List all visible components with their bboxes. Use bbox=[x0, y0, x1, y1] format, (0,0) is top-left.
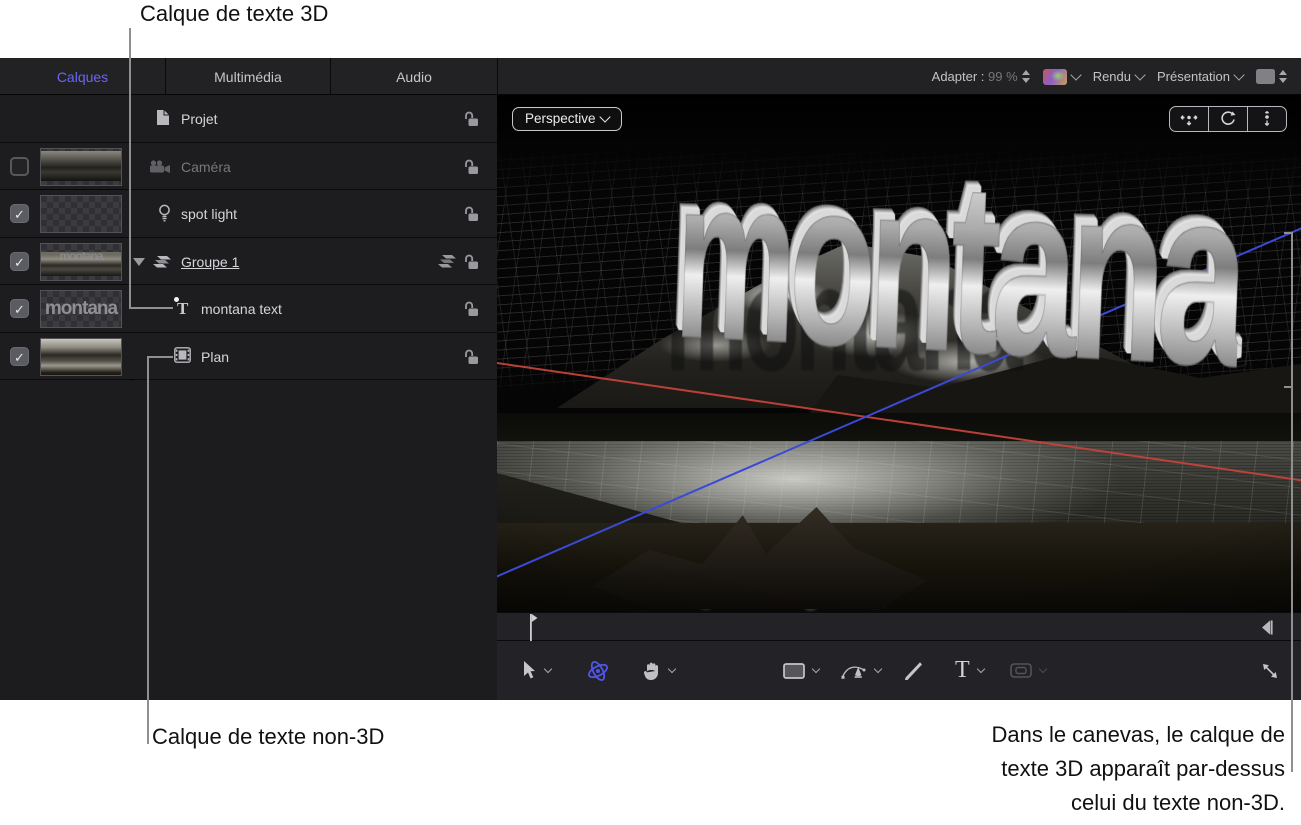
gray-swatch-icon bbox=[1256, 69, 1275, 84]
color-channels-icon bbox=[1042, 68, 1067, 85]
annotation-non-3d-text-layer: Calque de texte non-3D bbox=[152, 724, 385, 749]
mask-tool-disabled bbox=[1009, 663, 1032, 678]
layer-row-camera[interactable]: Caméra bbox=[0, 142, 497, 190]
lock-open-icon[interactable] bbox=[463, 159, 480, 175]
paint-brush-tool[interactable] bbox=[903, 660, 925, 682]
pan-hand-tool[interactable] bbox=[643, 661, 661, 681]
presentation-menu[interactable]: Présentation bbox=[1157, 69, 1245, 84]
chevron-down-icon bbox=[1134, 69, 1146, 81]
layer-name: montana text bbox=[201, 301, 282, 317]
panel-canvas-separator bbox=[497, 58, 498, 95]
zoom-control[interactable]: Adapter : 99 % bbox=[932, 69, 1030, 84]
montana-text-thumbnail[interactable]: montana bbox=[40, 290, 122, 328]
plan-thumbnail[interactable] bbox=[40, 337, 122, 376]
layer-name: Groupe 1 bbox=[181, 253, 240, 270]
pen-tool-chevron-icon[interactable] bbox=[873, 664, 883, 674]
layer-checkbox-checked[interactable] bbox=[10, 204, 29, 223]
layer-name: Projet bbox=[181, 111, 218, 127]
lock-open-icon[interactable] bbox=[463, 349, 480, 365]
select-tool-chevron-icon[interactable] bbox=[543, 664, 553, 674]
spot-light-thumbnail[interactable] bbox=[40, 195, 122, 233]
light-icon bbox=[159, 204, 170, 222]
motion-app-window: Calques Multimédia Audio Adapter : 99 % … bbox=[0, 58, 1301, 700]
dolly-view-button[interactable] bbox=[1247, 107, 1286, 131]
canvas-toolbar: T bbox=[497, 641, 1301, 700]
annotation-line-top-vertical bbox=[129, 28, 131, 309]
group-layers-icon bbox=[153, 255, 171, 267]
tab-multimedia[interactable]: Multimédia bbox=[166, 58, 330, 95]
3d-view-tools bbox=[1169, 106, 1287, 132]
annotation-canvas-note: Dans le canevas, le calque de texte 3D a… bbox=[991, 722, 1285, 815]
text-tool-chevron-icon[interactable] bbox=[976, 664, 985, 674]
text-3d-face: montana bbox=[671, 127, 1246, 421]
bezier-pen-tool[interactable] bbox=[841, 661, 867, 681]
canvas-scene[interactable]: montana montana montana Perspective bbox=[497, 95, 1301, 612]
layer-checkbox-checked[interactable] bbox=[10, 346, 29, 366]
shape-rectangle-tool[interactable] bbox=[783, 662, 805, 679]
layer-name: spot light bbox=[181, 206, 238, 222]
project-document-icon bbox=[157, 110, 169, 125]
adapter-label: Adapter : bbox=[931, 69, 985, 84]
text-3d-icon: T bbox=[174, 297, 191, 319]
annotation-bracket-cap-bottom bbox=[1284, 386, 1293, 388]
camera-icon bbox=[150, 159, 170, 173]
expand-view-icon[interactable] bbox=[1261, 662, 1279, 680]
group-thumbnail[interactable]: montana bbox=[40, 242, 122, 281]
canvas-area: montana montana montana Perspective bbox=[497, 95, 1301, 700]
annotation-bracket-vertical bbox=[1291, 232, 1293, 772]
chevron-down-icon bbox=[598, 111, 611, 123]
zoom-stepper[interactable] bbox=[1021, 70, 1030, 83]
layer-checkbox-checked[interactable] bbox=[10, 299, 29, 318]
layer-checkbox-unchecked[interactable] bbox=[10, 156, 29, 176]
annotation-line-plan-vertical bbox=[147, 356, 149, 744]
rocky-foreground bbox=[497, 523, 1301, 612]
film-layer-icon bbox=[174, 346, 191, 363]
text-3d-object[interactable]: montana montana bbox=[667, 121, 1246, 421]
chevron-down-icon bbox=[1233, 69, 1245, 81]
text-tool[interactable]: T bbox=[955, 657, 970, 684]
layer-row-spot-light[interactable]: spot light bbox=[0, 190, 497, 238]
pan-view-button[interactable] bbox=[1170, 107, 1208, 131]
annotation-line-plan-horizontal bbox=[147, 356, 173, 358]
layer-name: Plan bbox=[201, 348, 230, 365]
layer-row-groupe-1[interactable]: montana Groupe 1 bbox=[0, 237, 497, 285]
zoom-value: 99 % bbox=[988, 69, 1018, 84]
channel-display-menu[interactable] bbox=[1042, 68, 1082, 85]
lock-open-icon[interactable] bbox=[463, 254, 480, 270]
layers-stack-icon bbox=[438, 254, 456, 267]
chevron-down-icon bbox=[1070, 69, 1082, 81]
annotation-bracket-cap-top bbox=[1284, 232, 1293, 234]
annotation-3d-text-layer: Calque de texte 3D bbox=[140, 1, 329, 26]
tab-audio[interactable]: Audio bbox=[331, 58, 497, 95]
orbit-view-button[interactable] bbox=[1208, 107, 1247, 131]
background-color-menu[interactable] bbox=[1256, 69, 1287, 84]
layer-row-montana-text[interactable]: montana T montana text bbox=[0, 285, 497, 333]
camera-view-menu[interactable]: Perspective bbox=[512, 107, 622, 131]
end-marker[interactable] bbox=[1262, 620, 1274, 635]
lock-open-icon[interactable] bbox=[463, 301, 480, 317]
layer-name: Caméra bbox=[181, 158, 231, 175]
lock-open-icon[interactable] bbox=[463, 206, 480, 222]
shape-tool-chevron-icon[interactable] bbox=[811, 664, 821, 674]
tab-calques[interactable]: Calques bbox=[0, 58, 165, 95]
swatch-stepper bbox=[1279, 70, 1287, 83]
layers-panel: Projet Caméra ✓ spot light ✓ montana Gro… bbox=[0, 95, 497, 700]
layer-checkbox-checked[interactable] bbox=[10, 251, 29, 271]
playhead-marker[interactable] bbox=[525, 614, 538, 641]
3d-transform-tool-active[interactable] bbox=[585, 659, 611, 683]
screenshot-root: { "annotations": { "top": "Calque de tex… bbox=[0, 0, 1301, 825]
layer-row-plan[interactable]: Plan bbox=[0, 332, 497, 380]
render-menu[interactable]: Rendu bbox=[1093, 69, 1146, 84]
select-tool[interactable] bbox=[521, 660, 537, 681]
mask-tool-chevron-icon bbox=[1038, 664, 1047, 674]
disclosure-triangle-icon[interactable] bbox=[133, 257, 145, 266]
layer-row-projet[interactable]: Projet bbox=[0, 95, 497, 143]
lock-open-icon[interactable] bbox=[463, 111, 480, 127]
annotation-line-top-horizontal bbox=[129, 307, 173, 309]
hand-tool-chevron-icon[interactable] bbox=[667, 664, 677, 674]
header-bar: Calques Multimédia Audio Adapter : 99 % … bbox=[0, 58, 1301, 95]
mini-timeline[interactable] bbox=[497, 612, 1301, 641]
camera-layer-thumbnail[interactable] bbox=[40, 147, 122, 186]
canvas-header-controls: Adapter : 99 % Rendu Présentation bbox=[932, 58, 1301, 95]
